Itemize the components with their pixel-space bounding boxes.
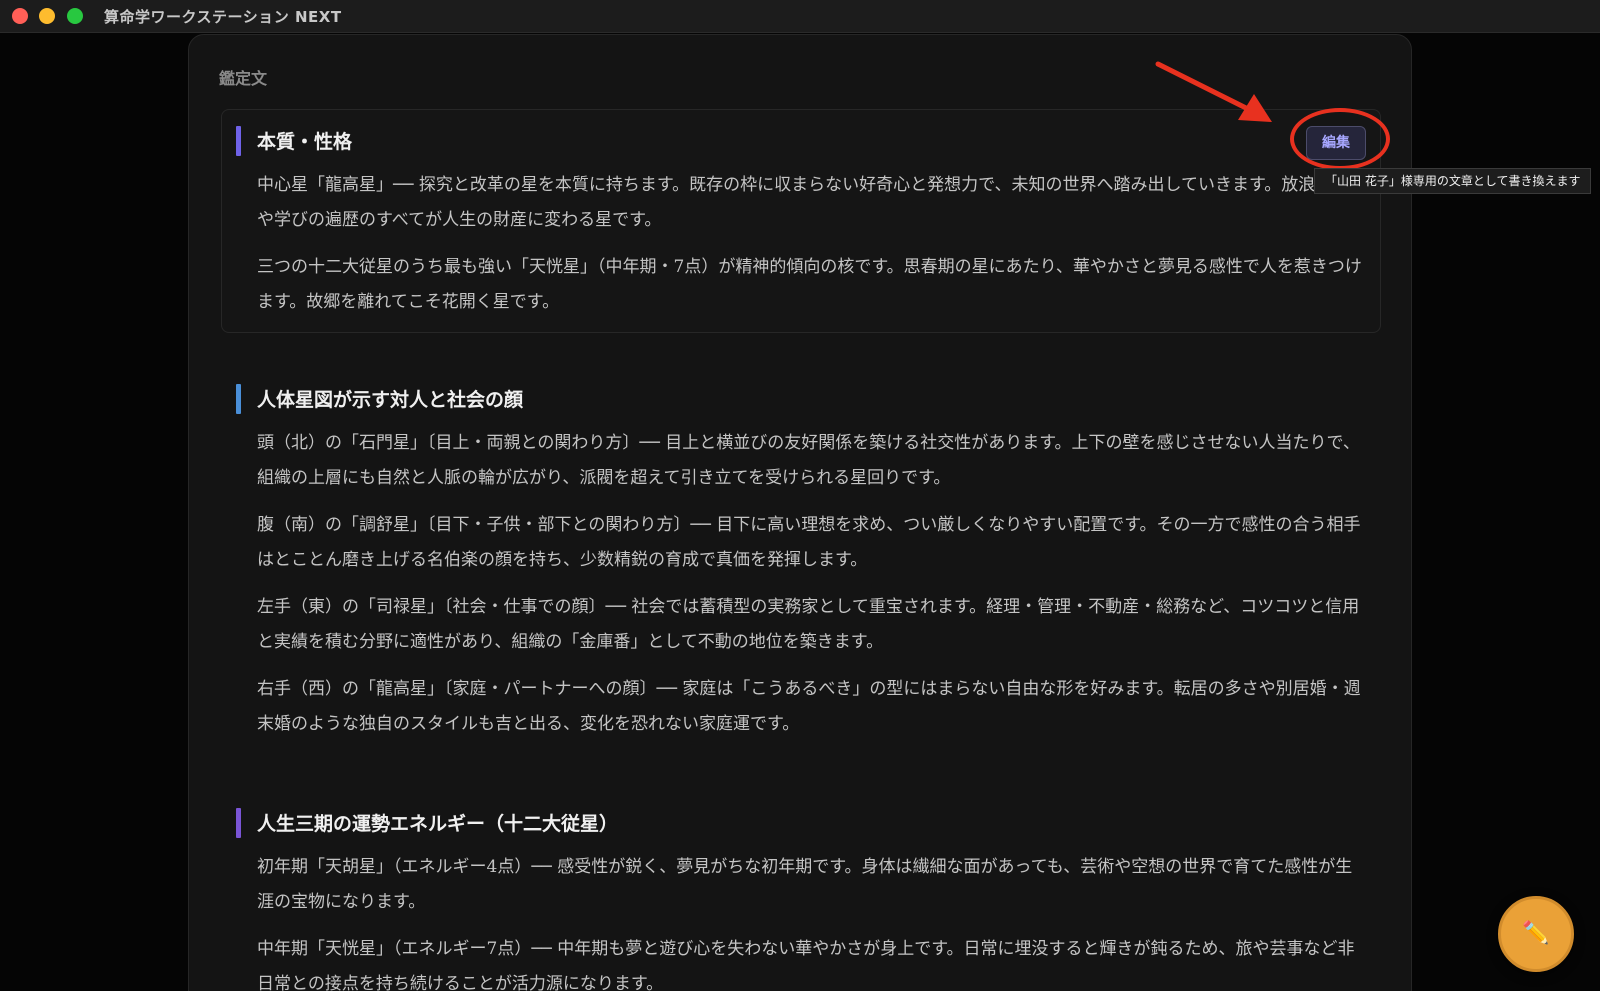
close-window-button[interactable] (12, 8, 28, 24)
section-accent-bar (236, 126, 241, 156)
section-title-human-chart: 人体星図が示す対人と社会の顔 (257, 389, 524, 411)
annotation-arrow (1155, 61, 1272, 122)
paragraph-essence-2: 三つの十二大従星のうち最も強い「天恍星」（中年期・7点）が精神的傾向の核です。思… (257, 257, 1362, 312)
paragraph-middle-period: 中年期「天恍星」（エネルギー7点）── 中年期も夢と遊び心を失わない華やかさが身… (257, 939, 1355, 991)
edit-button[interactable]: 編集 (1306, 126, 1366, 160)
title-bar: 算命学ワークステーション NEXT (0, 0, 1600, 33)
section-accent-bar (236, 808, 241, 838)
paragraph-early-period: 初年期「天胡星」（エネルギー4点）── 感受性が鋭く、夢見がちな初年期です。身体… (257, 857, 1353, 912)
minimize-window-button[interactable] (39, 8, 55, 24)
paragraph-human-chart-right-hand: 右手（西）の「龍高星」〔家庭・パートナーへの顔〕── 家庭は「こうあるべき」の型… (257, 679, 1361, 734)
section-title-essence: 本質・性格 (257, 131, 353, 153)
window-title: 算命学ワークステーション NEXT (104, 8, 342, 26)
maximize-window-button[interactable] (67, 8, 83, 24)
section-title-life-periods: 人生三期の運勢エネルギー（十二大従星） (257, 813, 619, 835)
pencil-icon: ✏️ (1522, 921, 1550, 946)
paragraph-essence-1: 中心星「龍高星」── 探究と改革の星を本質に持ちます。既存の枠に収まらない好奇心… (257, 175, 1316, 230)
app-window: 算命学ワークステーション NEXT 鑑定文 本質・性格 中心星「龍高星」── 探… (0, 0, 1600, 991)
edit-tooltip: 「山田 花子」様専用の文章として書き換えます (1314, 168, 1592, 194)
panel-heading: 鑑定文 (219, 69, 268, 88)
paragraph-human-chart-left-hand: 左手（東）の「司禄星」〔社会・仕事での顔〕── 社会では蓄積型の実務家として重宝… (257, 597, 1360, 652)
pencil-fab-button[interactable]: ✏️ (1498, 896, 1574, 972)
section-accent-bar (236, 384, 241, 414)
paragraph-human-chart-belly: 腹（南）の「調舒星」〔目下・子供・部下との関わり方〕── 目下に高い理想を求め、… (257, 515, 1361, 570)
paragraph-human-chart-head: 頭（北）の「石門星」〔目上・両親との関わり方〕── 目上と横並びの友好関係を築け… (257, 433, 1360, 488)
